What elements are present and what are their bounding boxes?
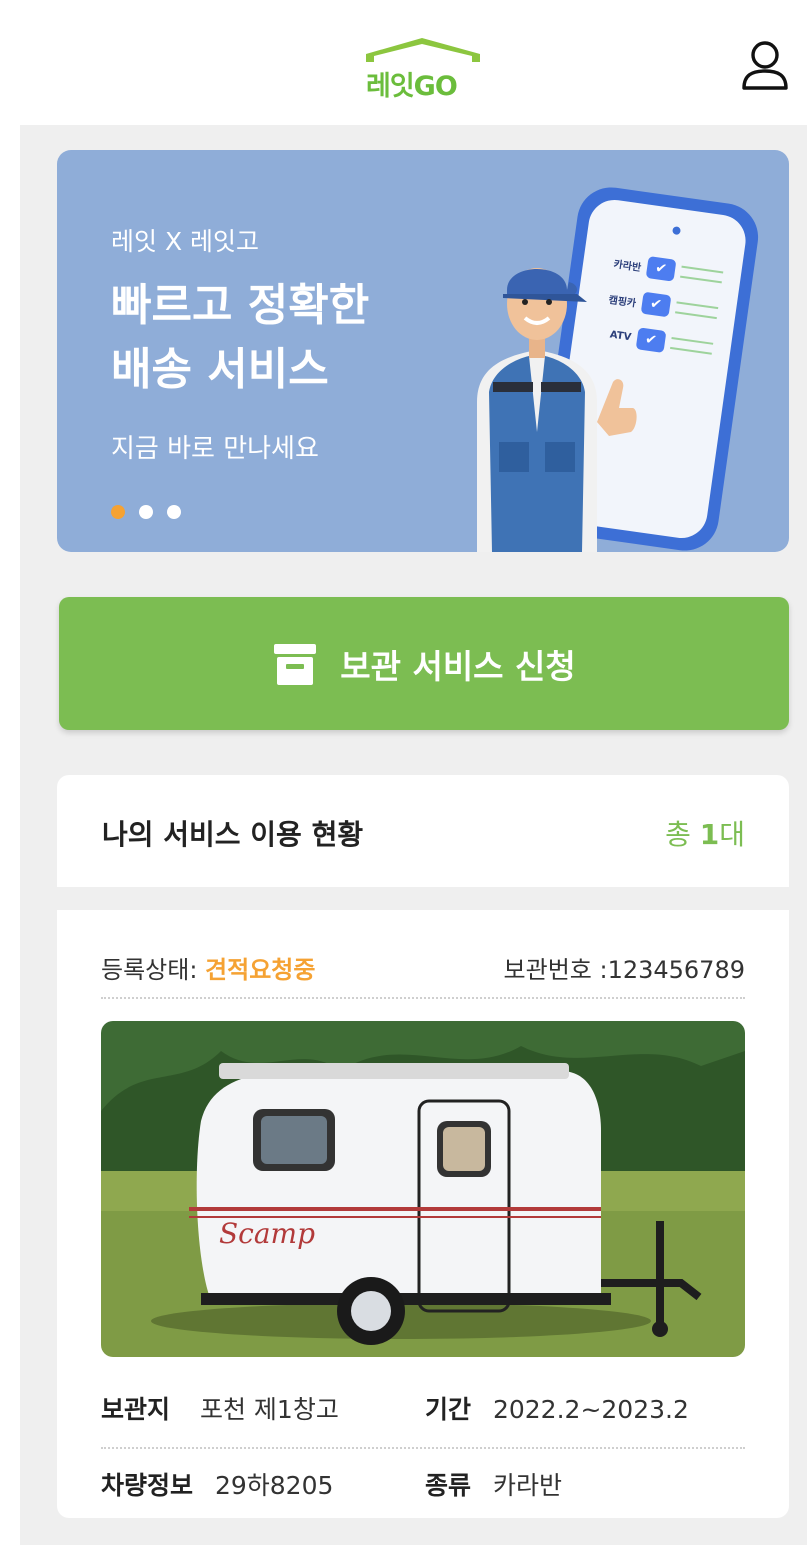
vehicle-info-row: 차량정보 29하8205 xyxy=(101,1466,333,1502)
vehicle-type-key: 종류 xyxy=(425,1471,472,1500)
user-icon[interactable] xyxy=(738,38,792,94)
storage-period-key: 기간 xyxy=(425,1395,472,1424)
scamp-logo: Scamp xyxy=(219,1217,315,1250)
vehicle-photo: Scamp xyxy=(101,1021,745,1357)
check-icon: ✔ xyxy=(645,256,677,282)
storage-location-row: 보관지 포천 제1창고 xyxy=(101,1390,339,1426)
vehicle-type-value: 카라반 xyxy=(492,1471,562,1500)
divider xyxy=(101,1447,745,1449)
main-content: 레잇 X 레잇고 빠르고 정확한 배송 서비스 지금 바로 만나세요 카라반 ✔… xyxy=(20,125,807,1545)
carousel-dot[interactable] xyxy=(167,505,181,519)
promo-banner[interactable]: 레잇 X 레잇고 빠르고 정확한 배송 서비스 지금 바로 만나세요 카라반 ✔… xyxy=(57,150,789,552)
service-status-header: 나의 서비스 이용 현황 총 1대 xyxy=(57,775,789,887)
vehicle-info-value: 29하8205 xyxy=(214,1471,334,1500)
carousel-dot[interactable] xyxy=(139,505,153,519)
banner-subtitle: 지금 바로 만나세요 xyxy=(111,434,319,464)
brand-logo[interactable]: 레잇GO xyxy=(364,34,482,102)
banner-title: 빠르고 정확한 배송 서비스 xyxy=(111,280,370,395)
storage-request-label: 보관 서비스 신청 xyxy=(340,646,576,686)
check-icon: ✔ xyxy=(640,291,672,318)
app-header: 레잇GO xyxy=(0,0,807,125)
banner-kicker: 레잇 X 레잇고 xyxy=(111,227,260,256)
storage-number: 보관번호 :123456789 xyxy=(503,956,745,984)
registration-status-value: 견적요청중 xyxy=(205,956,316,984)
check-icon: ✔ xyxy=(635,327,667,353)
divider xyxy=(101,997,745,999)
storage-period-row: 기간 2022.2~2023.2 xyxy=(425,1390,689,1426)
vehicle-type-row: 종류 카라반 xyxy=(425,1466,562,1502)
storage-location-key: 보관지 xyxy=(101,1395,171,1424)
storage-location-value: 포천 제1창고 xyxy=(199,1395,339,1424)
vehicle-count: 총 1대 xyxy=(665,818,745,851)
carousel-indicator xyxy=(111,505,181,519)
service-status-title: 나의 서비스 이용 현황 xyxy=(102,818,364,851)
registration-status: 등록상태: 견적요청중 xyxy=(101,956,316,984)
delivery-person-illustration xyxy=(477,268,637,552)
archive-box-icon xyxy=(274,643,317,685)
carousel-dot[interactable] xyxy=(111,505,125,519)
storage-period-value: 2022.2~2023.2 xyxy=(492,1395,689,1424)
logo-text: 레잇GO xyxy=(366,71,458,102)
vehicle-info-key: 차량정보 xyxy=(101,1471,194,1500)
storage-request-button[interactable]: 보관 서비스 신청 xyxy=(59,597,789,730)
vehicle-card[interactable]: 등록상태: 견적요청중 보관번호 :123456789 Scamp 보관지 포천… xyxy=(57,910,789,1518)
